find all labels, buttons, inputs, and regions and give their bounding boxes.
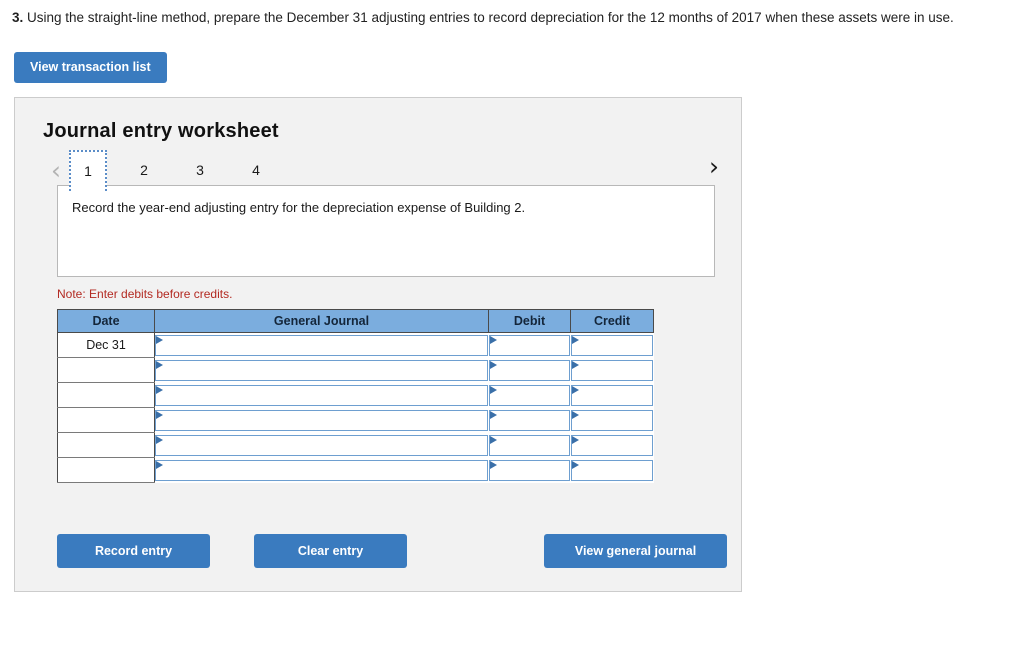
cell-general-journal[interactable] xyxy=(154,457,489,483)
cell-date[interactable] xyxy=(57,457,155,483)
journal-entry-table: Date General Journal Debit Credit Dec 31 xyxy=(57,309,654,483)
cell-debit[interactable] xyxy=(488,407,571,433)
general-journal-input[interactable] xyxy=(155,409,488,431)
cell-credit[interactable] xyxy=(570,332,654,358)
credit-input[interactable] xyxy=(570,459,653,481)
worksheet-actions: Record entry Clear entry View general jo… xyxy=(57,534,727,568)
column-header-debit: Debit xyxy=(488,309,571,333)
entry-instruction-box: Record the year-end adjusting entry for … xyxy=(57,185,715,277)
cell-debit[interactable] xyxy=(488,332,571,358)
table-row: Dec 31 xyxy=(57,332,654,358)
debit-input[interactable] xyxy=(488,359,570,381)
chevron-left-icon[interactable]: ‹ xyxy=(43,158,69,183)
credit-input[interactable] xyxy=(570,359,653,381)
cell-general-journal[interactable] xyxy=(154,432,489,458)
column-header-general-journal: General Journal xyxy=(154,309,489,333)
clear-entry-button[interactable]: Clear entry xyxy=(254,534,407,568)
tab-entry-1[interactable]: 1 xyxy=(69,149,107,191)
question-prompt: 3. Using the straight-line method, prepa… xyxy=(0,0,1000,28)
toolbar: View transaction list xyxy=(0,28,1024,83)
cell-date[interactable]: Dec 31 xyxy=(57,332,155,358)
question-number: 3. xyxy=(12,10,24,25)
worksheet-tabs: ‹ 1 2 3 4 › xyxy=(15,143,741,191)
debit-input[interactable] xyxy=(488,434,570,456)
cell-debit[interactable] xyxy=(488,457,571,483)
cell-credit[interactable] xyxy=(570,357,654,383)
table-row xyxy=(57,457,654,483)
cell-date[interactable] xyxy=(57,407,155,433)
tab-entry-2[interactable]: 2 xyxy=(125,150,163,191)
column-header-date: Date xyxy=(57,309,155,333)
cell-date[interactable] xyxy=(57,382,155,408)
worksheet-title: Journal entry worksheet xyxy=(43,120,279,142)
cell-debit[interactable] xyxy=(488,382,571,408)
record-entry-button[interactable]: Record entry xyxy=(57,534,210,568)
debit-input[interactable] xyxy=(488,459,570,481)
table-row xyxy=(57,407,654,433)
general-journal-input[interactable] xyxy=(155,459,488,481)
journal-entry-worksheet-panel: Journal entry worksheet ‹ 1 2 3 4 › Reco… xyxy=(14,97,742,592)
cell-general-journal[interactable] xyxy=(154,332,489,358)
tab-entry-3[interactable]: 3 xyxy=(181,150,219,191)
credit-input[interactable] xyxy=(570,384,653,406)
credit-input[interactable] xyxy=(570,334,653,356)
tab-entry-4[interactable]: 4 xyxy=(237,150,275,191)
credit-input[interactable] xyxy=(570,434,653,456)
general-journal-input[interactable] xyxy=(155,334,488,356)
table-row xyxy=(57,357,654,383)
general-journal-input[interactable] xyxy=(155,384,488,406)
chevron-right-icon[interactable]: › xyxy=(701,154,727,179)
view-general-journal-button[interactable]: View general journal xyxy=(544,534,727,568)
debits-before-credits-note: Note: Enter debits before credits. xyxy=(57,287,233,301)
debit-input[interactable] xyxy=(488,384,570,406)
table-row xyxy=(57,432,654,458)
cell-credit[interactable] xyxy=(570,407,654,433)
cell-credit[interactable] xyxy=(570,432,654,458)
cell-general-journal[interactable] xyxy=(154,357,489,383)
cell-date[interactable] xyxy=(57,432,155,458)
cell-general-journal[interactable] xyxy=(154,407,489,433)
question-text: Using the straight-line method, prepare … xyxy=(23,10,954,25)
cell-debit[interactable] xyxy=(488,357,571,383)
view-transaction-list-button[interactable]: View transaction list xyxy=(14,52,167,83)
cell-credit[interactable] xyxy=(570,382,654,408)
credit-input[interactable] xyxy=(570,409,653,431)
debit-input[interactable] xyxy=(488,409,570,431)
general-journal-input[interactable] xyxy=(155,434,488,456)
debit-input[interactable] xyxy=(488,334,570,356)
column-header-credit: Credit xyxy=(570,309,654,333)
table-header-row: Date General Journal Debit Credit xyxy=(57,309,654,333)
cell-date[interactable] xyxy=(57,357,155,383)
cell-credit[interactable] xyxy=(570,457,654,483)
cell-general-journal[interactable] xyxy=(154,382,489,408)
cell-debit[interactable] xyxy=(488,432,571,458)
general-journal-input[interactable] xyxy=(155,359,488,381)
table-row xyxy=(57,382,654,408)
